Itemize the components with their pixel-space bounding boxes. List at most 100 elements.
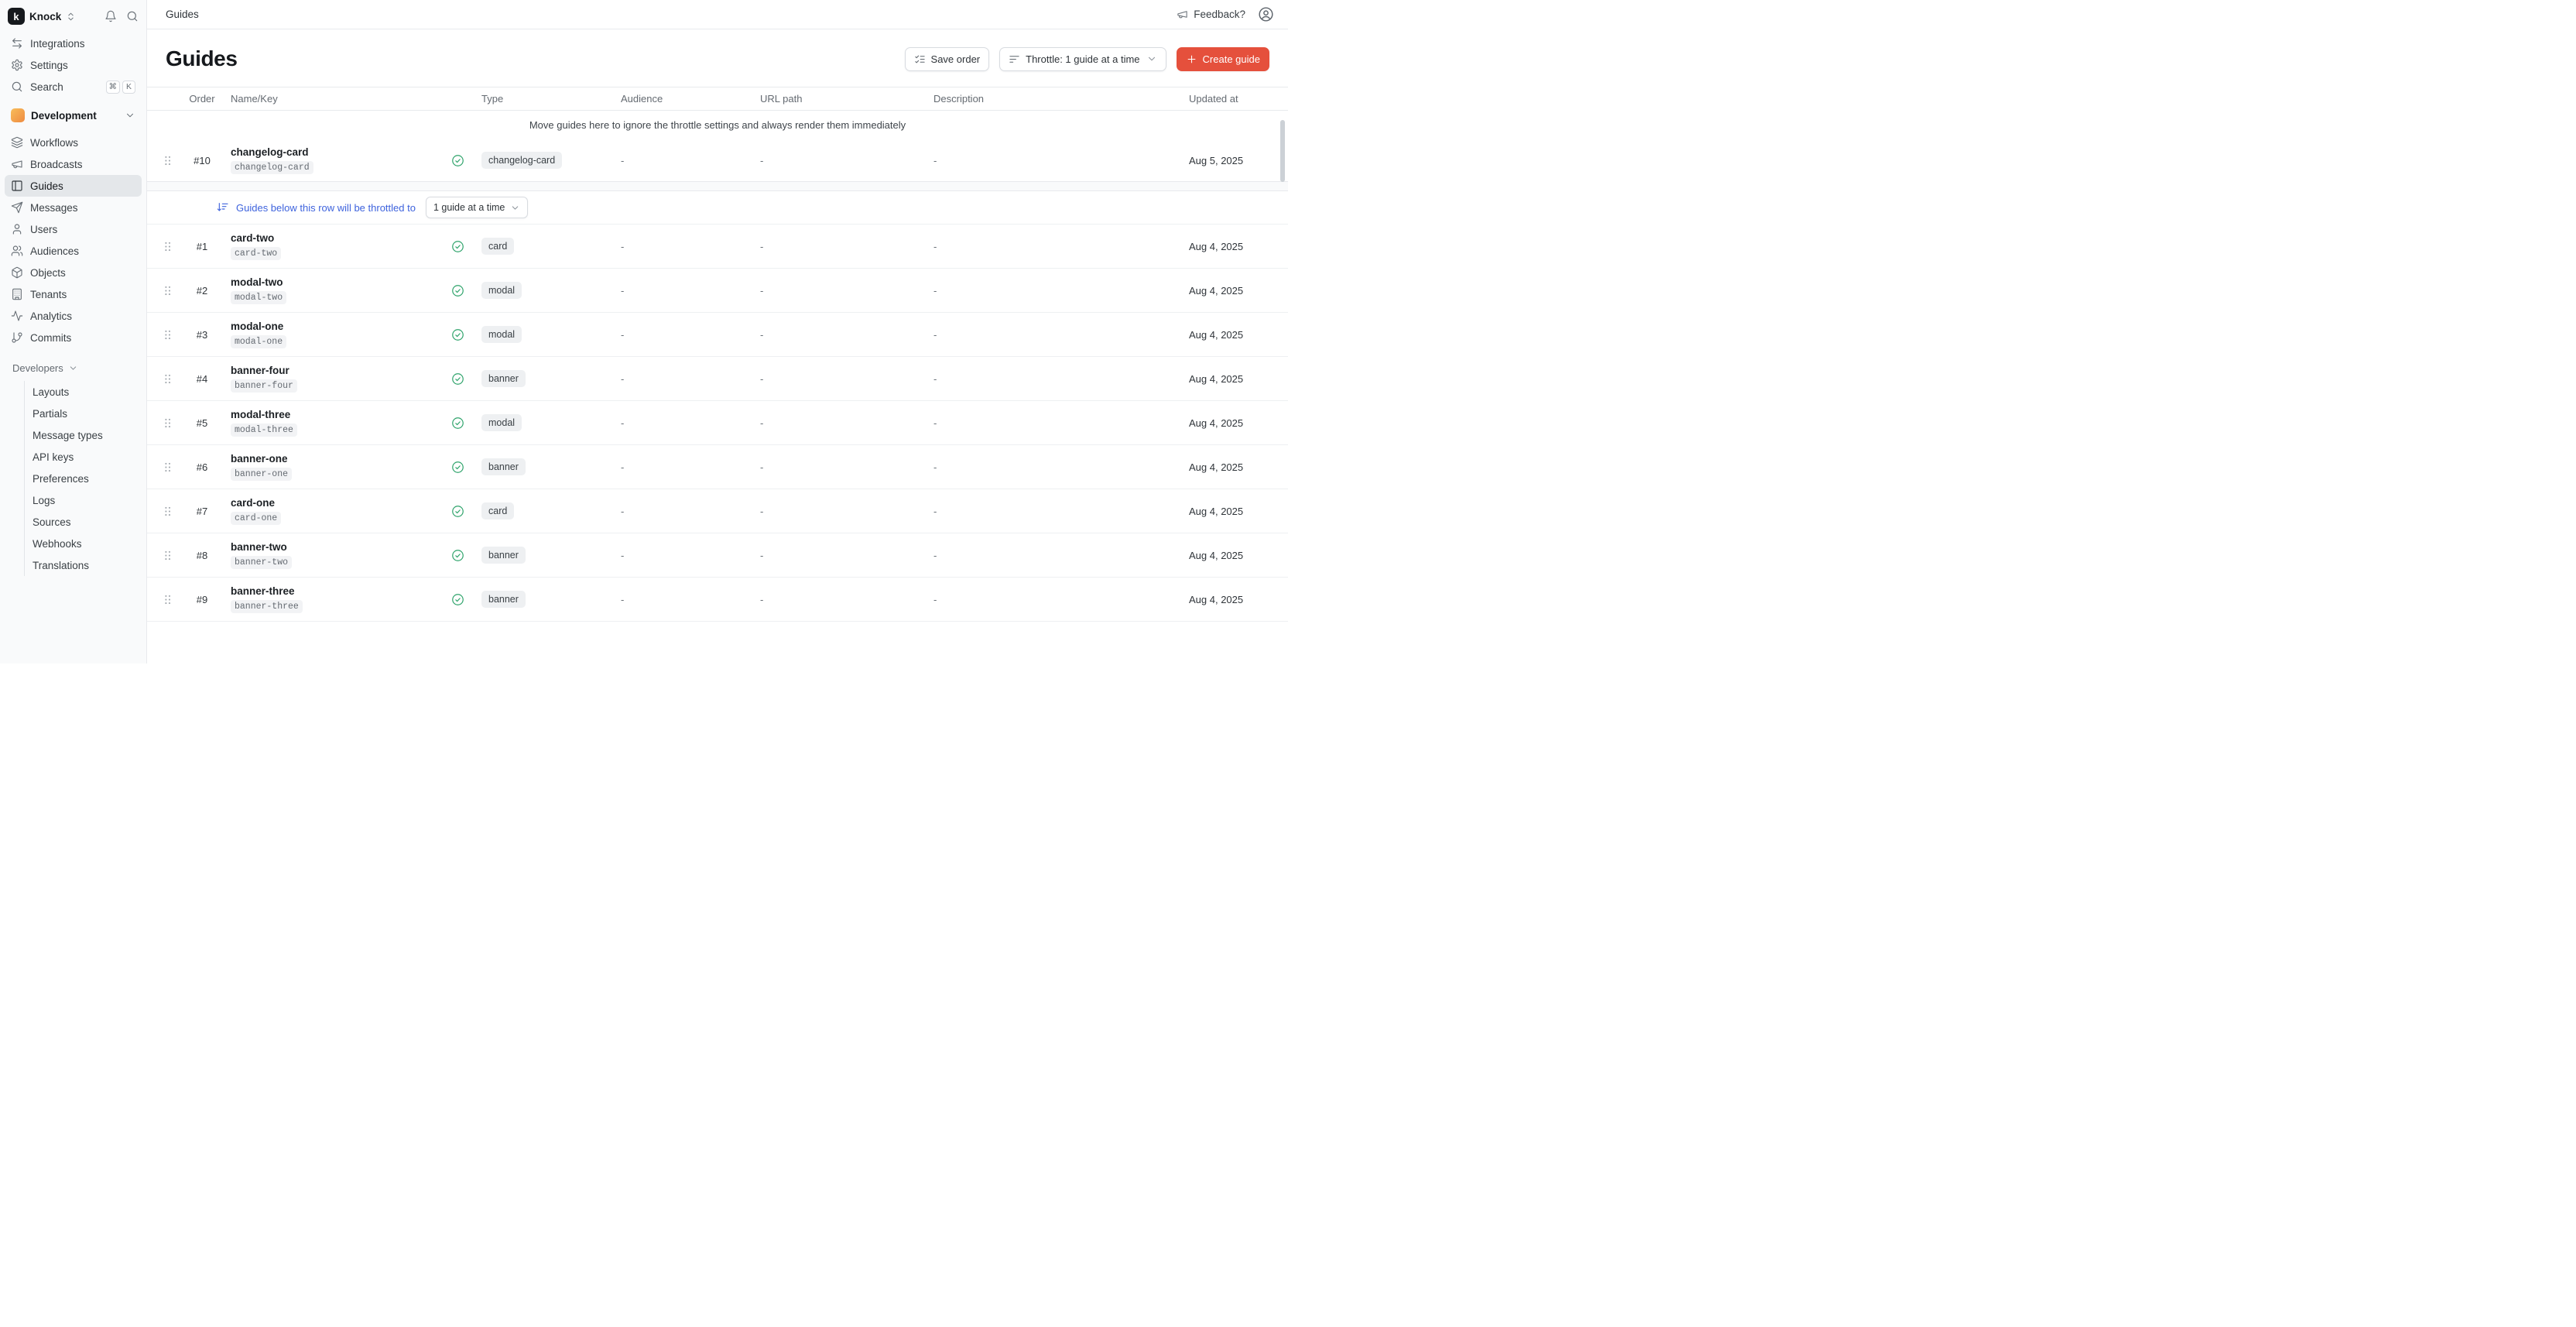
- sidebar-item-settings[interactable]: Settings: [5, 54, 142, 76]
- guide-row[interactable]: #3 modal-one modal-one modal - - - Aug 4…: [147, 313, 1288, 357]
- guide-row[interactable]: #5 modal-three modal-three modal - - - A…: [147, 401, 1288, 445]
- guide-row[interactable]: #10 changelog-card changelog-card change…: [147, 139, 1288, 181]
- scrollbar-thumb[interactable]: [1280, 120, 1285, 182]
- breadcrumb: Guides: [166, 9, 199, 20]
- drag-handle[interactable]: [153, 505, 181, 518]
- sidebar-item-integrations[interactable]: Integrations: [5, 33, 142, 54]
- guide-updated-at: Aug 4, 2025: [1180, 506, 1288, 517]
- save-order-button[interactable]: Save order: [905, 47, 990, 71]
- guide-status-cell: [440, 240, 475, 253]
- sidebar-top-nav: Integrations Settings Search ⌘K: [0, 33, 146, 98]
- chevron-down-icon: [510, 203, 520, 213]
- drag-handle[interactable]: [153, 372, 181, 386]
- guide-name: card-two: [231, 232, 440, 244]
- sidebar-item-messages[interactable]: Messages: [5, 197, 142, 218]
- guide-row[interactable]: #2 modal-two modal-two modal - - - Aug 4…: [147, 269, 1288, 313]
- drag-handle[interactable]: [153, 461, 181, 474]
- drag-handle[interactable]: [153, 240, 181, 253]
- drag-handle[interactable]: [153, 284, 181, 297]
- user-avatar[interactable]: [1258, 6, 1274, 22]
- chevron-down-icon: [1146, 53, 1157, 64]
- sidebar-item-preferences[interactable]: Preferences: [25, 468, 142, 489]
- drag-handle[interactable]: [153, 328, 181, 341]
- sidebar-item-logs[interactable]: Logs: [25, 489, 142, 511]
- guide-key: banner-four: [231, 379, 297, 393]
- guide-order: #2: [181, 285, 223, 297]
- guide-name: modal-two: [231, 276, 440, 288]
- sort-desc-icon: [217, 201, 229, 214]
- guide-row[interactable]: #6 banner-one banner-one banner - - - Au…: [147, 445, 1288, 489]
- sidebar-item-sources[interactable]: Sources: [25, 511, 142, 533]
- column-description: Description: [924, 93, 1180, 105]
- drag-handle[interactable]: [153, 549, 181, 562]
- create-guide-button[interactable]: Create guide: [1177, 47, 1269, 71]
- environment-switcher[interactable]: Development: [5, 104, 142, 127]
- sidebar-item-users[interactable]: Users: [5, 218, 142, 240]
- guide-row[interactable]: #7 card-one card-one card - - - Aug 4, 2…: [147, 489, 1288, 533]
- guide-row[interactable]: #9 banner-three banner-three banner - - …: [147, 578, 1288, 622]
- megaphone-icon: [11, 158, 23, 170]
- sidebar-item-layouts[interactable]: Layouts: [25, 381, 142, 403]
- sidebar-item-broadcasts[interactable]: Broadcasts: [5, 153, 142, 175]
- grip-icon: [161, 284, 174, 297]
- sidebar-item-workflows[interactable]: Workflows: [5, 132, 142, 153]
- column-audience: Audience: [611, 93, 751, 105]
- guide-name-cell: modal-three modal-three: [223, 409, 440, 437]
- guide-key: changelog-card: [231, 161, 313, 174]
- guides-table: Order Name/Key Type Audience URL path De…: [147, 87, 1288, 622]
- guide-status-cell: [440, 328, 475, 341]
- git-branch-icon: [11, 331, 23, 344]
- shortcut-key: K: [122, 81, 135, 94]
- guide-row[interactable]: #1 card-two card-two card - - - Aug 4, 2…: [147, 225, 1288, 269]
- guide-name-cell: modal-one modal-one: [223, 321, 440, 348]
- bell-icon[interactable]: [104, 10, 117, 22]
- sidebar-item-translations[interactable]: Translations: [25, 554, 142, 576]
- guide-type-cell: modal: [475, 326, 611, 343]
- guide-status-cell: [440, 372, 475, 386]
- drag-handle[interactable]: [153, 593, 181, 606]
- guide-updated-at: Aug 4, 2025: [1180, 373, 1288, 385]
- guide-type-badge: modal: [481, 282, 522, 299]
- throttle-button[interactable]: Throttle: 1 guide at a time: [999, 47, 1166, 71]
- guide-url-path: -: [751, 285, 924, 297]
- sidebar-item-api-keys[interactable]: API keys: [25, 446, 142, 468]
- guide-type-badge: card: [481, 502, 514, 519]
- guide-status-cell: [440, 284, 475, 297]
- knock-logo[interactable]: k: [8, 8, 25, 25]
- sidebar-item-partials[interactable]: Partials: [25, 403, 142, 424]
- check-circle-icon: [451, 154, 464, 167]
- guide-type-badge: banner: [481, 370, 526, 387]
- sidebar-item-label: Tenants: [30, 289, 67, 300]
- guide-order: #3: [181, 329, 223, 341]
- guide-description: -: [924, 594, 1180, 605]
- plus-icon: [1186, 53, 1197, 65]
- throttle-divider-select[interactable]: 1 guide at a time: [426, 197, 528, 218]
- guide-updated-at: Aug 4, 2025: [1180, 285, 1288, 297]
- sidebar-item-analytics[interactable]: Analytics: [5, 305, 142, 327]
- search-icon[interactable]: [126, 10, 139, 22]
- workspace-name: Knock: [29, 11, 61, 22]
- guide-row[interactable]: #8 banner-two banner-two banner - - - Au…: [147, 533, 1288, 578]
- sidebar-item-webhooks[interactable]: Webhooks: [25, 533, 142, 554]
- guide-updated-at: Aug 4, 2025: [1180, 417, 1288, 429]
- sidebar-item-tenants[interactable]: Tenants: [5, 283, 142, 305]
- guide-type-badge: changelog-card: [481, 152, 562, 169]
- developers-section-toggle[interactable]: Developers: [5, 358, 142, 378]
- guide-updated-at: Aug 5, 2025: [1180, 155, 1288, 166]
- sidebar-item-commits[interactable]: Commits: [5, 327, 142, 348]
- sidebar-item-audiences[interactable]: Audiences: [5, 240, 142, 262]
- sidebar-item-search[interactable]: Search ⌘K: [5, 76, 142, 98]
- throttle-divider-value: 1 guide at a time: [433, 202, 505, 213]
- guide-row[interactable]: #4 banner-four banner-four banner - - - …: [147, 357, 1288, 401]
- throttle-button-label: Throttle: 1 guide at a time: [1026, 53, 1139, 65]
- drag-handle[interactable]: [153, 417, 181, 430]
- drag-handle[interactable]: [153, 154, 181, 167]
- sidebar-item-guides[interactable]: Guides: [5, 175, 142, 197]
- guide-key: card-one: [231, 512, 281, 525]
- chevrons-up-down-icon[interactable]: [66, 12, 76, 22]
- sidebar-item-objects[interactable]: Objects: [5, 262, 142, 283]
- sidebar-item-message-types[interactable]: Message types: [25, 424, 142, 446]
- check-circle-icon: [451, 284, 464, 297]
- feedback-button[interactable]: Feedback?: [1177, 9, 1245, 20]
- guide-updated-at: Aug 4, 2025: [1180, 461, 1288, 473]
